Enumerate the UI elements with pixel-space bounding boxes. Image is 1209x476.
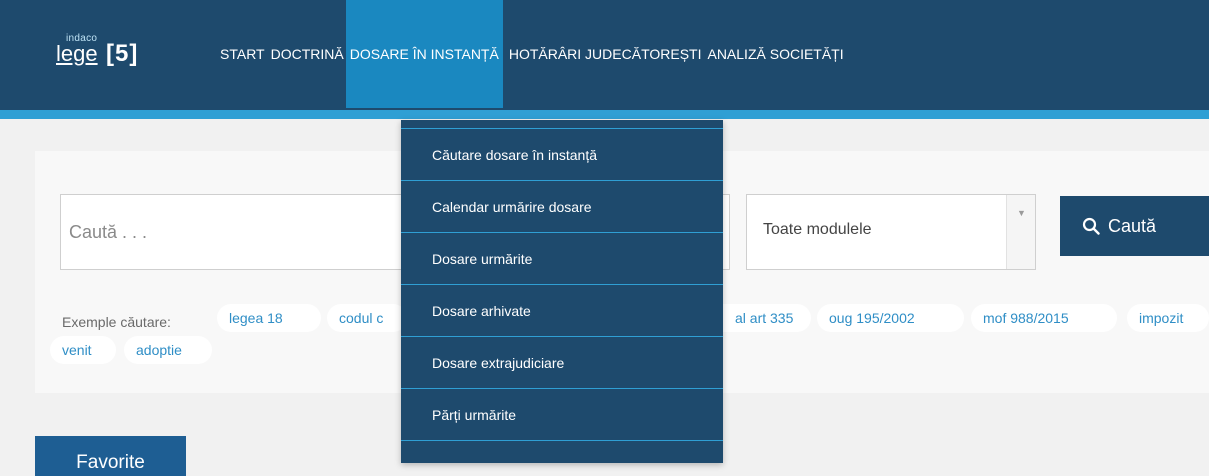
nav-analiza-societati[interactable]: ANALIZĂ SOCIETĂȚI (707, 0, 843, 108)
dropdown-item-calendar[interactable]: Calendar urmărire dosare (401, 180, 723, 232)
chevron-down-icon: ▼ (1017, 208, 1026, 218)
example-chip-mof[interactable]: mof 988/2015 (971, 304, 1117, 332)
module-select[interactable]: Toate modulele ▼ (746, 194, 1036, 270)
search-button-label: Caută (1108, 215, 1157, 236)
dropdown-bottom-separator (401, 440, 723, 463)
example-chip-art-335[interactable]: al art 335 (723, 304, 811, 332)
dosare-dropdown-menu: Căutare dosare în instanță Calendar urmă… (401, 120, 723, 463)
module-select-arrow[interactable]: ▼ (1006, 195, 1035, 269)
example-chip-venit[interactable]: venit (50, 336, 116, 364)
logo-version-text: [5] (106, 40, 139, 67)
example-chip-codul[interactable]: codul c (327, 304, 407, 332)
example-chip-impozit[interactable]: impozit (1127, 304, 1209, 332)
example-chip-oug[interactable]: oug 195/2002 (817, 304, 964, 332)
header-bar: indaco lege [5] START DOCTRINĂ DOSARE ÎN… (0, 0, 1209, 110)
dropdown-item-dosare-arhivate[interactable]: Dosare arhivate (401, 284, 723, 336)
logo-lege-text: lege (56, 41, 98, 66)
dropdown-item-dosare-extrajudiciare[interactable]: Dosare extrajudiciare (401, 336, 723, 388)
dropdown-item-cautare-dosare[interactable]: Căutare dosare în instanță (401, 128, 723, 180)
dropdown-item-dosare-urmarite[interactable]: Dosare urmărite (401, 232, 723, 284)
dropdown-item-parti-urmarite[interactable]: Părți urmărite (401, 388, 723, 440)
search-button[interactable]: Caută (1060, 196, 1209, 256)
nav-doctrina[interactable]: DOCTRINĂ (271, 0, 344, 108)
nav-start[interactable]: START (220, 0, 265, 108)
search-icon (1082, 217, 1100, 235)
example-chip-legea-18[interactable]: legea 18 (217, 304, 321, 332)
nav-hotarari[interactable]: HOTĂRÂRI JUDECĂTOREȘTI (509, 0, 702, 108)
favorites-tab[interactable]: Favorite (35, 436, 186, 476)
main-nav: START DOCTRINĂ DOSARE ÎN INSTANȚĂ HOTĂRÂ… (220, 0, 850, 108)
search-placeholder: Caută . . . (69, 221, 148, 242)
module-select-value: Toate modulele (763, 221, 872, 238)
nav-dosare-instanta[interactable]: DOSARE ÎN INSTANȚĂ (345, 0, 503, 108)
examples-label: Exemple căutare: (62, 314, 171, 330)
header-accent-strip (0, 110, 1209, 119)
example-chip-adoptie[interactable]: adoptie (124, 336, 212, 364)
logo[interactable]: indaco lege [5] (56, 33, 176, 73)
